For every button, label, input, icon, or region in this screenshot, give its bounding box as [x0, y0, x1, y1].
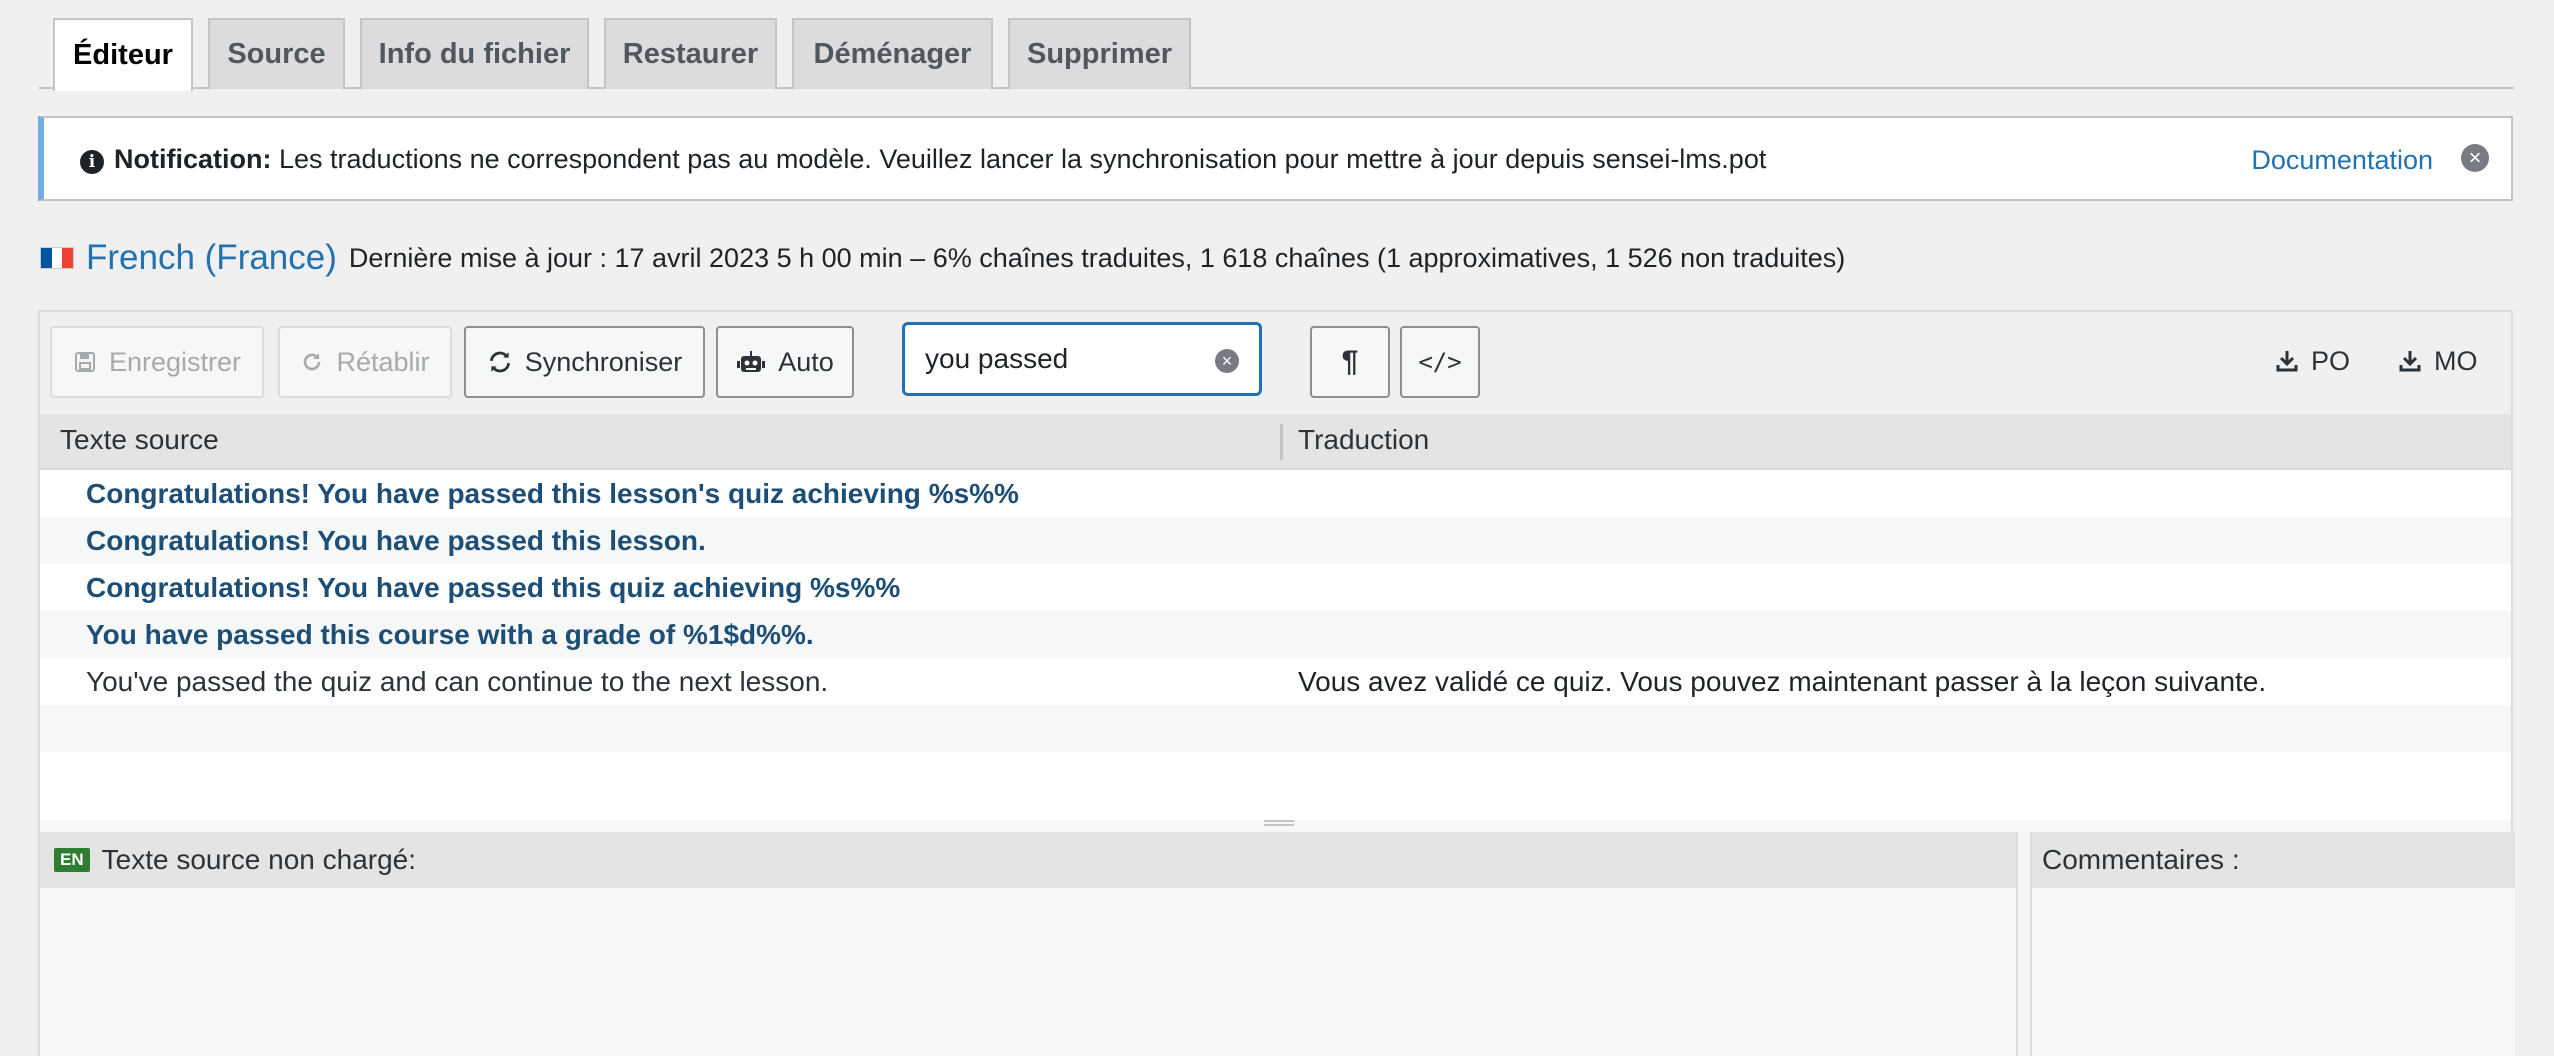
show-invisibles-button[interactable]: ¶ — [1310, 326, 1390, 398]
table-row[interactable]: You've passed the quiz and can continue … — [40, 658, 2511, 705]
source-pane: EN Texte source non chargé: — [40, 832, 2018, 1056]
source-column-header[interactable]: Texte source — [60, 424, 219, 456]
language-name[interactable]: French (France) — [86, 238, 337, 278]
comments-pane: Commentaires : — [2030, 832, 2515, 1056]
download-icon — [2276, 351, 2298, 372]
pane-resize-handle[interactable] — [1264, 820, 1294, 826]
source-pane-header: EN Texte source non chargé: — [40, 832, 2016, 888]
translation-stats: Dernière mise à jour : 17 avril 2023 5 h… — [348, 242, 1846, 273]
comments-pane-header: Commentaires : — [2032, 832, 2515, 888]
string-list: Congratulations! You have passed this le… — [40, 470, 2511, 820]
editor-toolbar: Enregistrer Rétablir Synchroniser Auto ×… — [40, 312, 2511, 414]
download-po-label: PO — [2311, 345, 2351, 376]
empty-row — [40, 705, 2511, 752]
clear-search-icon[interactable]: × — [1215, 349, 1239, 373]
search-input[interactable] — [925, 338, 1205, 380]
revert-label: Rétablir — [336, 346, 430, 377]
editor-panel: Enregistrer Rétablir Synchroniser Auto ×… — [38, 310, 2515, 1056]
download-icon — [2399, 351, 2421, 372]
tab-bar: Éditeur Source Info du fichier Restaurer… — [39, 0, 2514, 91]
column-header: Texte source Traduction — [40, 414, 2511, 470]
info-icon: i — [80, 150, 104, 174]
empty-row — [40, 752, 2511, 799]
revert-icon — [304, 353, 321, 371]
sync-label: Synchroniser — [524, 346, 683, 377]
sync-icon — [489, 351, 510, 373]
documentation-link[interactable]: Documentation — [2251, 145, 2433, 176]
pilcrow-icon: ¶ — [1341, 345, 1359, 378]
source-text: Congratulations! You have passed this le… — [86, 478, 1019, 509]
download-mo-button[interactable]: MO — [2398, 334, 2478, 388]
download-mo-label: MO — [2434, 345, 2478, 376]
tab-file-info[interactable]: Info du fichier — [360, 18, 589, 89]
language-badge: EN — [54, 848, 90, 872]
notification-message: Notification: Les traductions ne corresp… — [114, 144, 1766, 175]
notification-text: Les traductions ne correspondent pas au … — [279, 144, 1767, 174]
code-icon: </> — [1418, 348, 1462, 376]
table-row[interactable]: Congratulations! You have passed this le… — [40, 470, 2511, 517]
search-box: × — [902, 322, 1262, 396]
translation-text: Vous avez validé ce quiz. Vous pouvez ma… — [1298, 666, 2267, 697]
comments-pane-title: Commentaires : — [2042, 844, 2240, 875]
notification-title: Notification: — [114, 144, 272, 174]
dismiss-icon[interactable]: × — [2461, 144, 2489, 172]
sync-button[interactable]: Synchroniser — [464, 326, 705, 398]
source-pane-body[interactable] — [40, 888, 2016, 1056]
table-row[interactable]: You have passed this course with a grade… — [40, 611, 2511, 658]
auto-translate-button[interactable]: Auto — [716, 326, 854, 398]
revert-button[interactable]: Rétablir — [278, 326, 452, 398]
tab-delete[interactable]: Supprimer — [1008, 18, 1191, 89]
tab-editor[interactable]: Éditeur — [53, 18, 193, 91]
code-view-button[interactable]: </> — [1400, 326, 1480, 398]
notification-banner: i Notification: Les traductions ne corre… — [38, 116, 2513, 201]
save-label: Enregistrer — [108, 346, 242, 377]
table-row[interactable]: Congratulations! You have passed this qu… — [40, 564, 2511, 611]
save-button[interactable]: Enregistrer — [50, 326, 264, 398]
robot-icon — [737, 351, 766, 372]
tab-restore[interactable]: Restaurer — [604, 18, 777, 89]
source-pane-title: Texte source non chargé: — [101, 844, 417, 875]
source-text: Congratulations! You have passed this le… — [86, 525, 706, 556]
source-text: You have passed this course with a grade… — [86, 619, 814, 650]
source-text: You've passed the quiz and can continue … — [86, 666, 829, 697]
tab-move[interactable]: Déménager — [792, 18, 993, 89]
download-po-button[interactable]: PO — [2275, 334, 2350, 388]
translation-column-header[interactable]: Traduction — [1298, 424, 1429, 456]
save-icon — [74, 352, 95, 372]
france-flag-icon — [40, 247, 74, 269]
comments-pane-body[interactable] — [2032, 888, 2515, 1056]
table-row[interactable]: Congratulations! You have passed this le… — [40, 517, 2511, 564]
column-resize-handle[interactable] — [1280, 424, 1283, 460]
language-heading: French (France) Dernière mise à jour : 1… — [40, 234, 1845, 282]
tab-source[interactable]: Source — [208, 18, 345, 89]
source-text: Congratulations! You have passed this qu… — [86, 572, 901, 603]
auto-label: Auto — [778, 346, 834, 377]
